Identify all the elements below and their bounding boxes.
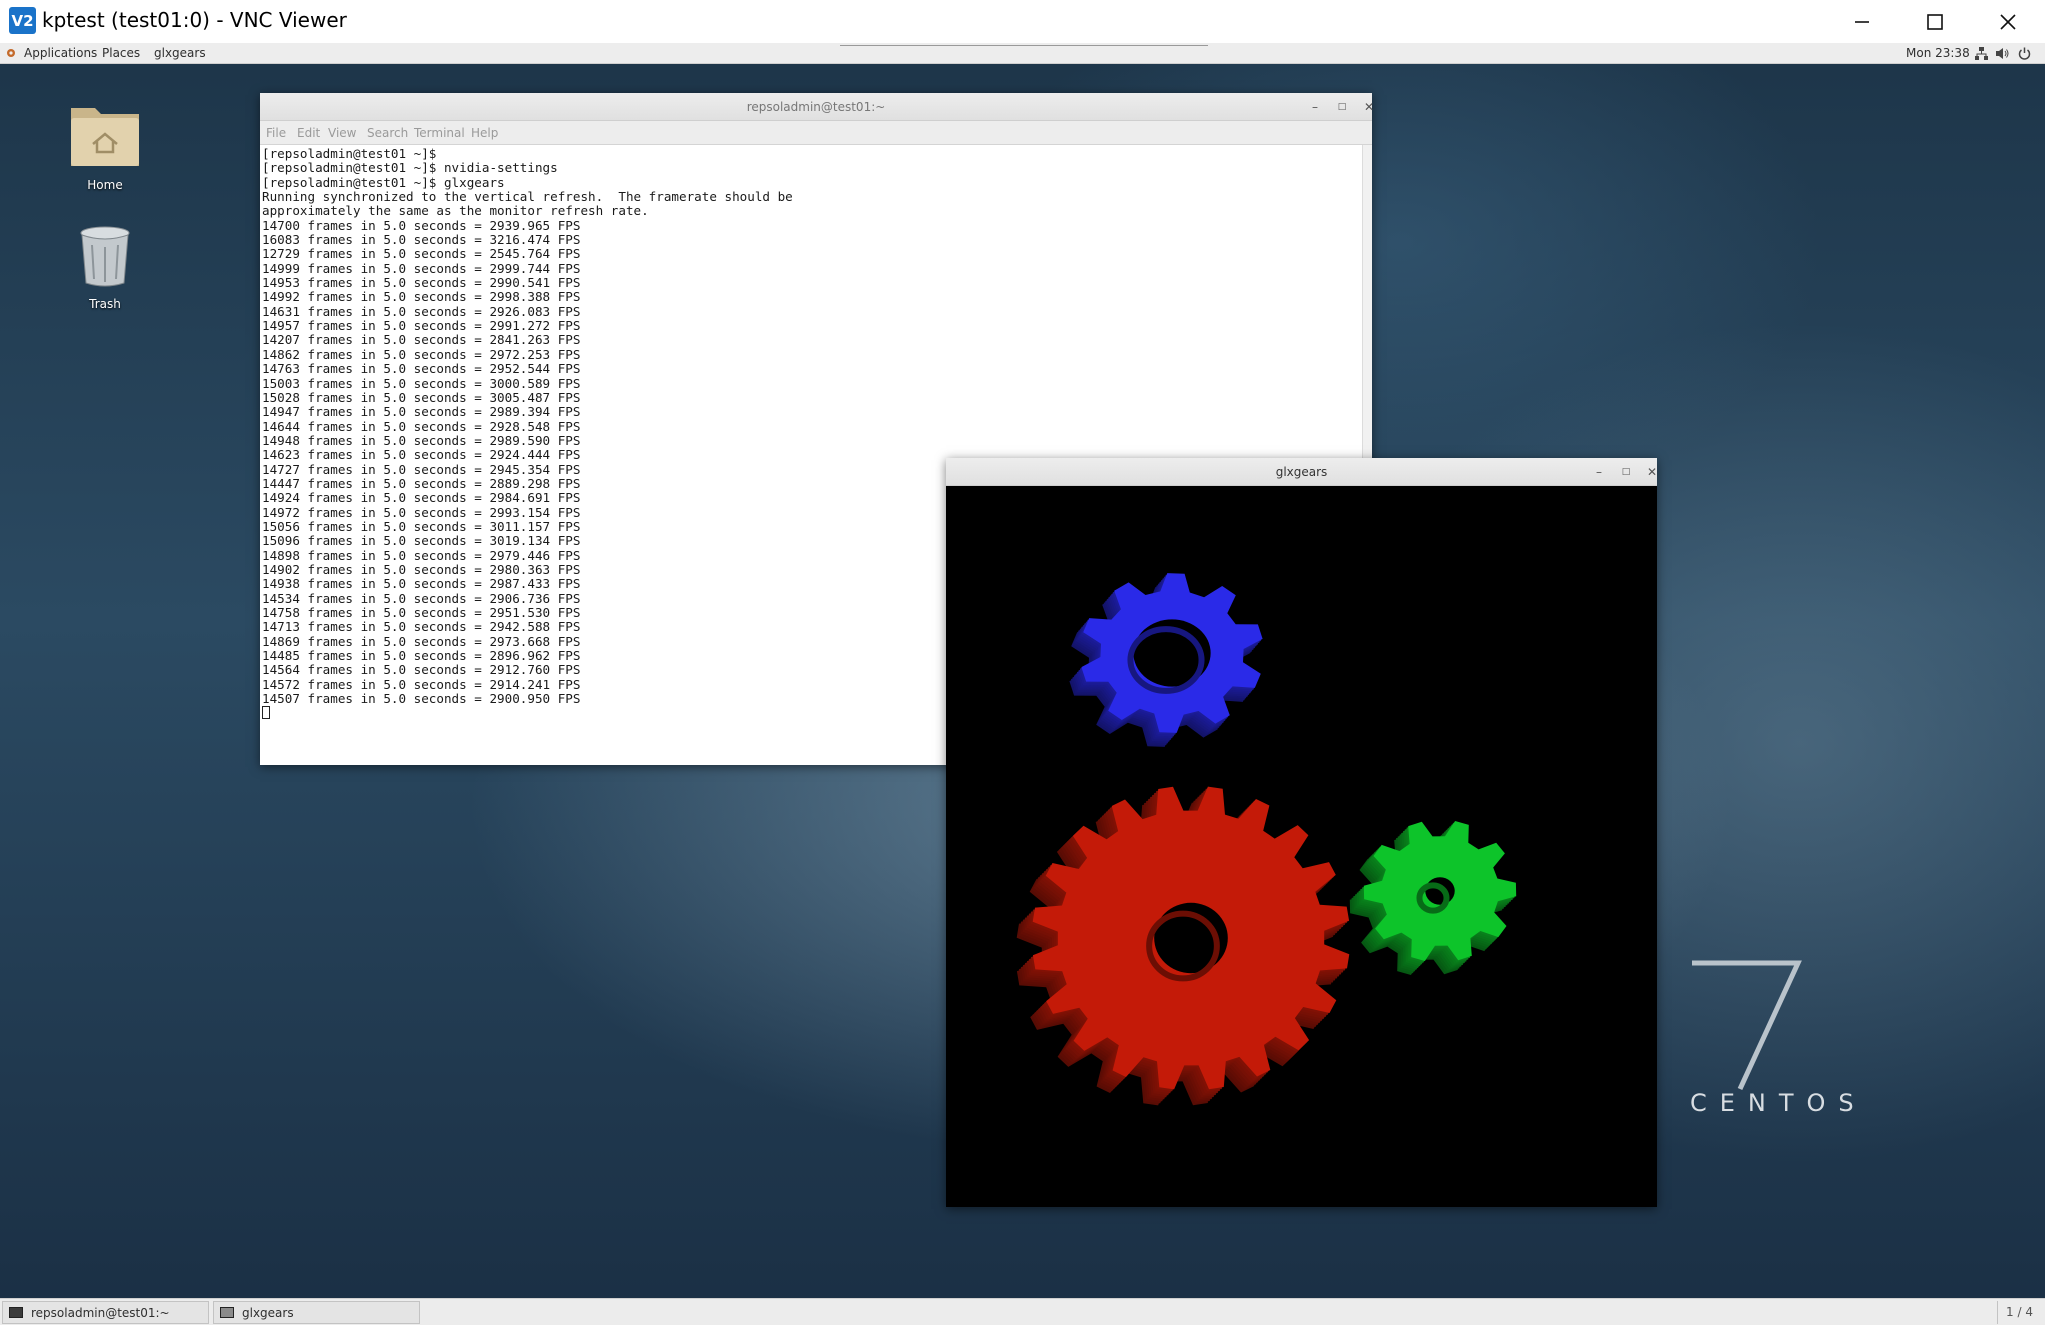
terminal-minimize-button[interactable]: – — [1303, 93, 1327, 121]
gears-rendering — [1016, 573, 1517, 1106]
remote-desktop: Applications Places glxgears Mon 23:38 H… — [0, 43, 2045, 1325]
workspace-switcher[interactable]: 1 / 4 — [1997, 1301, 2041, 1324]
window-icon — [220, 1307, 234, 1318]
glxgears-canvas[interactable] — [946, 486, 1657, 1207]
maximize-icon: □ — [1337, 102, 1347, 112]
applications-menu[interactable]: Applications — [24, 46, 97, 60]
trash-icon — [80, 226, 130, 287]
close-icon: ✕ — [1363, 100, 1375, 114]
centos-wordmark: CENTOS — [1690, 1089, 1867, 1117]
glxgears-maximize-button[interactable]: □ — [1614, 458, 1638, 486]
terminal-line: [repsoladmin@test01 ~]$ nvidia-settings — [262, 160, 558, 176]
glxgears-close-button[interactable]: ✕ — [1640, 458, 1664, 486]
top-panel: Applications Places glxgears Mon 23:38 — [0, 43, 2045, 64]
maximize-icon — [1927, 13, 1943, 30]
window-title: kptest (test01:0) - VNC Viewer — [42, 8, 347, 32]
terminal-line: 14953 frames in 5.0 seconds = 2990.541 F… — [262, 275, 581, 291]
taskbar-item-terminal[interactable]: repsoladmin@test01:~ — [2, 1301, 209, 1324]
blue-gear — [1069, 573, 1263, 747]
terminal-line: 14999 frames in 5.0 seconds = 2999.744 F… — [262, 260, 581, 276]
terminal-close-button[interactable]: ✕ — [1357, 93, 1381, 121]
terminal-titlebar[interactable]: repsoladmin@test01:~ — [260, 93, 1372, 121]
bottom-panel: repsoladmin@test01:~ glxgears 1 / 4 — [0, 1298, 2045, 1325]
minimize-button[interactable] — [1832, 0, 1892, 43]
maximize-button[interactable] — [1905, 0, 1965, 43]
terminal-line: Running synchronized to the vertical ref… — [262, 189, 793, 205]
glxgears-minimize-button[interactable]: – — [1587, 458, 1611, 486]
network-icon[interactable] — [1975, 47, 1988, 63]
glxgears-window[interactable]: glxgears – □ ✕ — [946, 458, 1657, 1207]
terminal-line: 14644 frames in 5.0 seconds = 2928.548 F… — [262, 418, 581, 434]
terminal-line: 14957 frames in 5.0 seconds = 2991.272 F… — [262, 318, 581, 334]
menu-search[interactable]: Search — [367, 126, 408, 140]
terminal-line: approximately the same as the monitor re… — [262, 203, 649, 219]
volume-icon[interactable] — [1995, 47, 2009, 63]
vnc-titlebar: V2 kptest (test01:0) - VNC Viewer — [0, 0, 2045, 43]
active-app-menu[interactable]: glxgears — [154, 46, 206, 60]
terminal-line: [repsoladmin@test01 ~]$ glxgears — [262, 174, 505, 190]
vnc-logo-icon: V2 — [9, 7, 36, 34]
home-folder-icon — [71, 108, 139, 166]
close-button[interactable] — [1978, 0, 2038, 43]
desktop-icon-label: Home — [87, 178, 123, 192]
taskbar-item-label: repsoladmin@test01:~ — [31, 1305, 170, 1320]
terminal-line: 14631 frames in 5.0 seconds = 2926.083 F… — [262, 303, 581, 319]
terminal-menubar: File Edit View Search Terminal Help — [260, 121, 1372, 145]
glxgears-titlebar[interactable]: glxgears — [946, 458, 1657, 486]
applications-menu-icon — [6, 47, 16, 61]
menu-file[interactable]: File — [266, 126, 286, 140]
terminal-line: [repsoladmin@test01 ~]$ — [262, 146, 437, 161]
terminal-line: 14207 frames in 5.0 seconds = 2841.263 F… — [262, 332, 581, 348]
terminal-line: 15003 frames in 5.0 seconds = 3000.589 F… — [262, 375, 581, 391]
menu-view[interactable]: View — [328, 126, 356, 140]
taskbar-item-label: glxgears — [242, 1305, 294, 1320]
terminal-line: 16083 frames in 5.0 seconds = 3216.474 F… — [262, 232, 581, 248]
power-icon[interactable] — [2018, 47, 2031, 63]
terminal-icon — [9, 1307, 23, 1318]
terminal-line: 15028 frames in 5.0 seconds = 3005.487 F… — [262, 389, 581, 405]
maximize-icon: □ — [1621, 467, 1631, 477]
centos-version-logo — [1692, 960, 1802, 1091]
desktop-icon-home[interactable]: Home — [50, 98, 160, 192]
desktop-icon-trash[interactable]: Trash — [50, 225, 160, 311]
panel-divider — [840, 43, 1208, 46]
glxgears-title: glxgears — [1275, 465, 1328, 479]
terminal-maximize-button[interactable]: □ — [1330, 93, 1354, 121]
terminal-line: 14862 frames in 5.0 seconds = 2972.253 F… — [262, 346, 581, 362]
terminal-line: 14947 frames in 5.0 seconds = 2989.394 F… — [262, 404, 581, 420]
terminal-line: 14763 frames in 5.0 seconds = 2952.544 F… — [262, 361, 581, 377]
taskbar-item-glxgears[interactable]: glxgears — [213, 1301, 420, 1324]
menu-edit[interactable]: Edit — [297, 126, 320, 140]
terminal-cursor — [262, 706, 270, 720]
terminal-line: 14992 frames in 5.0 seconds = 2998.388 F… — [262, 289, 581, 305]
terminal-line: 14948 frames in 5.0 seconds = 2989.590 F… — [262, 432, 581, 448]
desktop-icon-label: Trash — [89, 297, 121, 311]
minimize-icon — [1855, 20, 1869, 23]
menu-terminal[interactable]: Terminal — [414, 126, 465, 140]
places-menu[interactable]: Places — [102, 46, 140, 60]
minimize-icon: – — [1312, 100, 1318, 114]
terminal-line: 14700 frames in 5.0 seconds = 2939.965 F… — [262, 217, 581, 233]
terminal-line: 12729 frames in 5.0 seconds = 2545.764 F… — [262, 246, 581, 262]
clock[interactable]: Mon 23:38 — [1906, 46, 1970, 60]
close-icon: ✕ — [1646, 465, 1658, 479]
menu-help[interactable]: Help — [471, 126, 498, 140]
minimize-icon: – — [1596, 465, 1602, 479]
green-gear — [1349, 821, 1517, 975]
red-gear — [1016, 786, 1350, 1106]
terminal-title: repsoladmin@test01:~ — [746, 100, 886, 114]
close-icon — [2000, 13, 2016, 30]
